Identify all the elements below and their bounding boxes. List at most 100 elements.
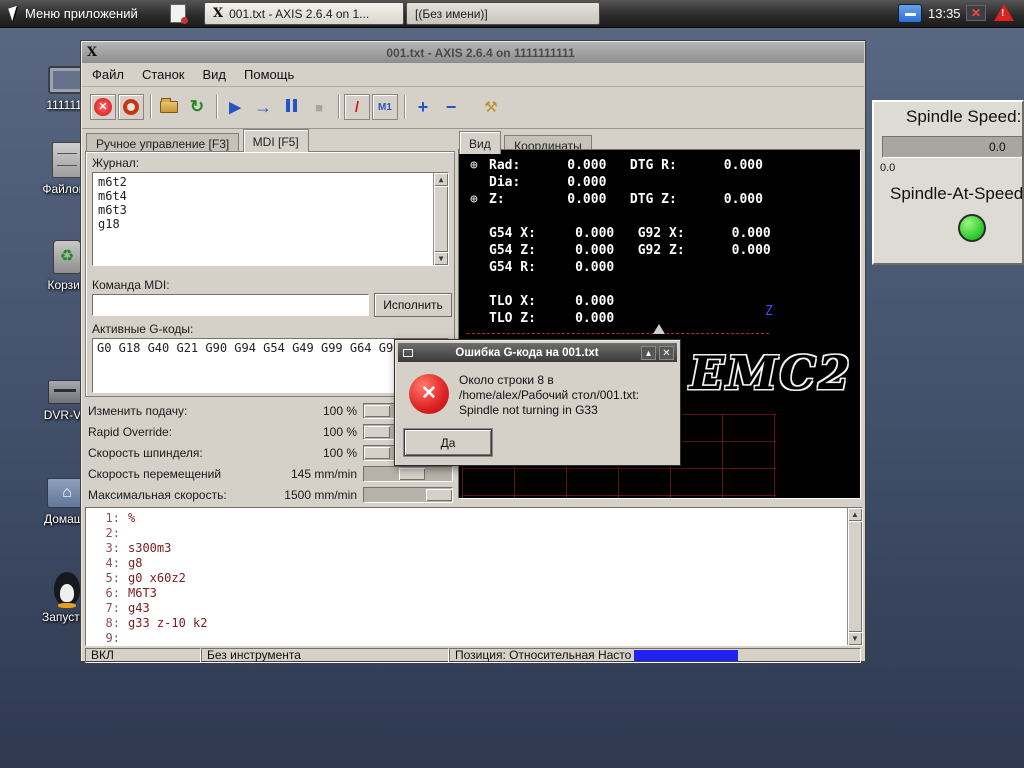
skip-lines-button[interactable]: /: [344, 94, 370, 120]
tool-touch-off-button[interactable]: ⚒: [478, 94, 504, 120]
open-file-button[interactable]: [156, 94, 182, 120]
yes-button[interactable]: Да: [404, 429, 492, 456]
slider-row: Скорость перемещений 145 mm/min: [85, 464, 455, 485]
network-offline-tray-icon[interactable]: ✕: [966, 5, 986, 21]
gcode-line-text: M6T3: [128, 586, 157, 600]
estop-button[interactable]: ✕: [90, 94, 116, 120]
optional-pause-button[interactable]: M1: [372, 94, 398, 120]
dialog-titlebar[interactable]: Ошибка G-кода на 001.txt ▴ ✕: [398, 343, 677, 362]
pause-icon: [284, 98, 298, 116]
scrollbar-thumb[interactable]: [434, 186, 448, 252]
mdi-history-item[interactable]: m6t2: [98, 175, 430, 189]
toolbar-separator: [216, 95, 218, 119]
applications-menu-button[interactable]: Меню приложений: [2, 1, 146, 26]
wrench-icon: ⚒: [484, 99, 498, 116]
dialog-message-line: Около строки 8 в: [459, 373, 554, 387]
dialog-message-line: /home/alex/Рабочий стол/001.txt:: [459, 388, 640, 402]
error-icon: ✕: [409, 374, 449, 414]
mdi-history-item[interactable]: m6t4: [98, 189, 430, 203]
gcode-line-text: %: [128, 511, 136, 525]
gcode-line[interactable]: 7: g43: [90, 601, 844, 616]
taskbar-window-button-untitled[interactable]: [(Без имени)]: [406, 2, 600, 25]
gcode-line[interactable]: 1:%: [90, 511, 844, 526]
trash-icon: ♻: [53, 240, 81, 274]
gcode-line[interactable]: 9:: [90, 631, 844, 645]
slider-label: Изменить подачу:: [88, 404, 188, 418]
menu-file[interactable]: Файл: [92, 67, 124, 82]
active-gcodes-label: Активные G-коды:: [92, 322, 194, 336]
scrollbar-thumb[interactable]: [848, 521, 862, 632]
zoom-in-button[interactable]: +: [410, 94, 436, 120]
power-icon: [123, 99, 139, 115]
slider-handle[interactable]: [364, 447, 390, 459]
scroll-up-icon[interactable]: ▲: [434, 173, 448, 186]
gcode-line-number: 5:: [105, 571, 120, 585]
scroll-down-icon[interactable]: ▼: [848, 632, 862, 645]
block-delete-icon: /: [354, 98, 360, 116]
menu-machine[interactable]: Станок: [142, 67, 185, 82]
mdi-command-label: Команда MDI:: [92, 278, 170, 292]
open-folder-icon: [160, 98, 178, 113]
pause-button[interactable]: [278, 94, 304, 120]
launcher-doc-icon[interactable]: [170, 4, 188, 24]
mdi-history-item[interactable]: m6t3: [98, 203, 430, 217]
gcode-line[interactable]: 8: g33 z-10 k2: [90, 616, 844, 631]
shade-button[interactable]: ▴: [641, 345, 656, 360]
display-settings-tray-icon[interactable]: [898, 4, 922, 23]
gcode-listing[interactable]: 1:% 2: 3: s300m3 4: g8 5: g0 x60z2 6: M6T3 7: g43 8:…: [85, 507, 863, 646]
scroll-down-icon[interactable]: ▼: [434, 252, 448, 265]
menu-help[interactable]: Помощь: [244, 67, 294, 82]
mdi-command-input[interactable]: [92, 294, 369, 316]
axis-titlebar[interactable]: X 001.txt - AXIS 2.6.4 on 1111111111: [82, 42, 864, 63]
close-button[interactable]: ✕: [659, 345, 674, 360]
dro-line: ⊕TLO Z: 0.000: [489, 311, 615, 326]
slider-trough[interactable]: [363, 487, 453, 503]
tab-mdi[interactable]: MDI [F5]: [242, 129, 309, 152]
slider-value: 145 mm/min: [290, 467, 357, 481]
dro-readout: ⊕Rad: 0.000 DTG R: 0.000 ⊕Dia: 0.000 ⊕Z: 0…: [470, 158, 771, 328]
mdi-history-item[interactable]: g18: [98, 217, 430, 231]
slider-trough[interactable]: [363, 466, 453, 482]
gcode-line-number: 9:: [105, 631, 120, 645]
dro-line: ⊕: [487, 209, 771, 226]
gcode-line[interactable]: 2:: [90, 526, 844, 541]
gcode-line-number: 7:: [105, 601, 120, 615]
slider-handle[interactable]: [425, 489, 452, 501]
spindle-speed-scale-value: 0.0: [880, 162, 896, 174]
slider-handle[interactable]: [364, 426, 390, 438]
x11-icon: X: [87, 45, 98, 60]
listing-scrollbar[interactable]: ▲ ▼: [847, 508, 862, 645]
step-button[interactable]: →: [250, 94, 276, 120]
tab-preview[interactable]: Вид: [459, 131, 501, 154]
mdi-history-list[interactable]: m6t2 m6t4 m6t3 g18 ▲ ▼: [92, 172, 449, 266]
gcode-line[interactable]: 5: g0 x60z2: [90, 571, 844, 586]
selection-highlight: [634, 650, 739, 662]
stop-button[interactable]: ■: [306, 94, 332, 120]
active-gcodes-line: G0 G18 G40 G21 G90 G94 G54 G49 G99 G64 G…: [97, 341, 415, 355]
journal-scrollbar[interactable]: ▲ ▼: [433, 173, 448, 265]
gcode-line[interactable]: 6: M6T3: [90, 586, 844, 601]
warning-tray-icon[interactable]: !: [994, 4, 1014, 21]
estop-icon: ✕: [94, 98, 112, 116]
window-title: 001.txt - AXIS 2.6.4 on 1111111111: [386, 45, 575, 60]
spindle-speed-bar: 0.0: [882, 136, 1022, 158]
menu-view[interactable]: Вид: [203, 67, 227, 82]
taskbar-window-button-axis[interactable]: X 001.txt - AXIS 2.6.4 on 1...: [204, 2, 404, 25]
spindle-panel: Spindle Speed: 0.0 0.0 Spindle-At-Speed:: [872, 100, 1024, 265]
gcode-line-text: g43: [128, 601, 150, 615]
machine-power-button[interactable]: [118, 94, 144, 120]
clock[interactable]: 13:35: [928, 6, 961, 21]
slider-value: 100 %: [322, 446, 357, 460]
reload-button[interactable]: ↻: [184, 94, 210, 120]
taskbar-window-label: 001.txt - AXIS 2.6.4 on 1...: [229, 6, 370, 21]
spindle-at-speed-label: Spindle-At-Speed:: [890, 184, 1024, 203]
execute-button[interactable]: Исполнить: [374, 293, 452, 317]
status-power: ВКЛ: [85, 648, 201, 663]
slider-handle[interactable]: [399, 468, 426, 480]
slider-handle[interactable]: [364, 405, 390, 417]
scroll-up-icon[interactable]: ▲: [848, 508, 862, 521]
run-button[interactable]: ▶: [222, 94, 248, 120]
gcode-line[interactable]: 4: g8: [90, 556, 844, 571]
zoom-out-button[interactable]: −: [438, 94, 464, 120]
gcode-line[interactable]: 3: s300m3: [90, 541, 844, 556]
